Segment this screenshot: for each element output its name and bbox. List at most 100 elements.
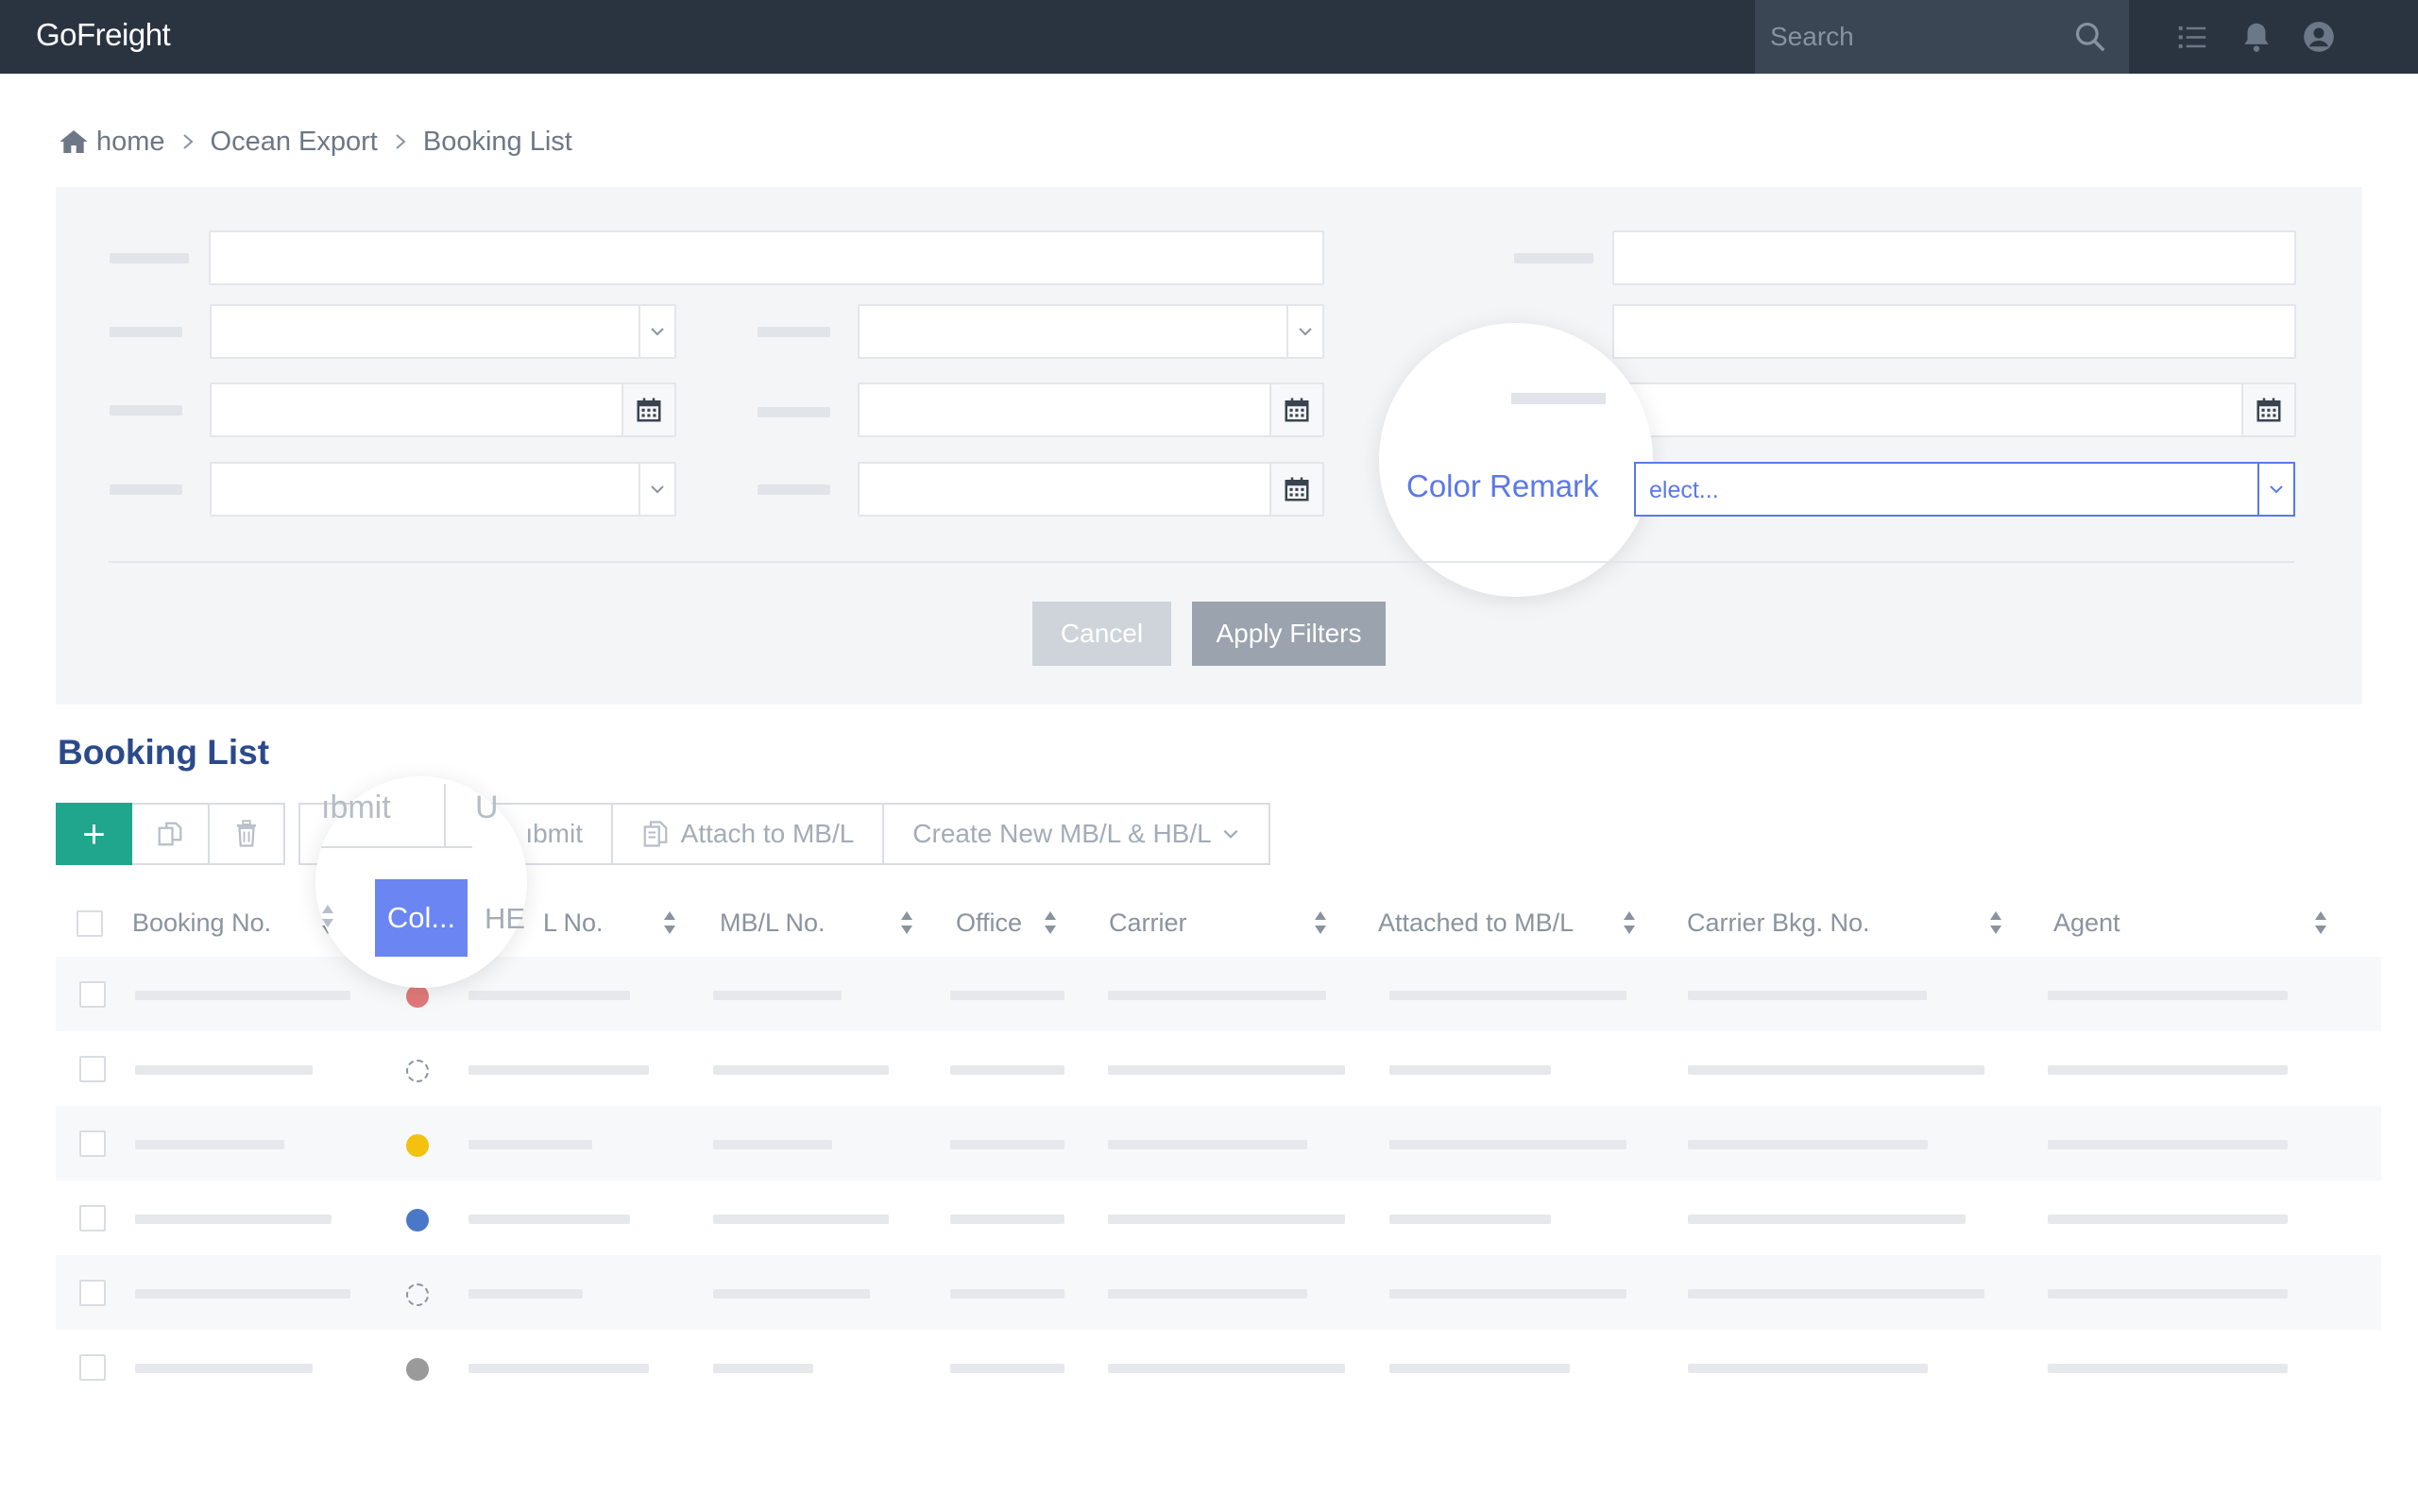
cell-placeholder: [950, 1289, 1064, 1299]
cell-placeholder: [135, 1289, 350, 1299]
cell-placeholder: [1389, 1364, 1570, 1373]
cell-placeholder: [1688, 991, 1927, 1000]
cell-placeholder: [1688, 1140, 1928, 1149]
table-row[interactable]: [56, 1106, 2381, 1181]
filter-text-input[interactable]: [209, 230, 1324, 285]
app-logo[interactable]: GoFreight: [36, 17, 171, 53]
attach-to-mbl-button[interactable]: Attach to MB/L: [611, 803, 884, 865]
color-remark-dot: [406, 1358, 429, 1381]
row-checkbox[interactable]: [79, 1130, 106, 1157]
unsubmit-label-partial[interactable]: U: [475, 790, 499, 826]
row-checkbox[interactable]: [79, 981, 106, 1008]
sort-icon[interactable]: [899, 909, 914, 937]
row-checkbox[interactable]: [79, 1280, 106, 1306]
filter-text-input[interactable]: [1612, 230, 2296, 285]
table-row[interactable]: [56, 1330, 2381, 1404]
cell-placeholder: [2048, 1065, 2288, 1075]
filter-label: [110, 253, 189, 263]
table-row[interactable]: [56, 1255, 2381, 1330]
create-new-mbl-hbl-dropdown[interactable]: Create New MB/L & HB/L: [882, 803, 1270, 865]
color-remark-select-placeholder: elect...: [1649, 477, 1719, 503]
chevron-down-icon[interactable]: [639, 464, 674, 515]
filter-select[interactable]: [210, 304, 676, 359]
cell-placeholder: [135, 1364, 313, 1373]
booking-list-title: Booking List: [58, 733, 270, 772]
breadcrumb-ocean-export[interactable]: Ocean Export: [211, 127, 378, 158]
sort-icon[interactable]: [1622, 909, 1637, 937]
sort-icon[interactable]: [662, 909, 677, 937]
cell-placeholder: [1688, 1364, 1928, 1373]
cell-placeholder: [950, 1215, 1064, 1224]
row-checkbox[interactable]: [79, 1056, 106, 1082]
sort-icon[interactable]: [1988, 909, 2003, 937]
column-header-booking-no[interactable]: Booking No.: [132, 909, 271, 938]
copy-button[interactable]: [132, 803, 210, 865]
chevron-right-icon: [182, 134, 194, 149]
column-header-color[interactable]: Col...: [375, 879, 468, 957]
column-header-mbl-no[interactable]: MB/L No.: [720, 909, 826, 938]
cell-placeholder: [1389, 991, 1626, 1000]
cell-placeholder: [1108, 1215, 1345, 1224]
column-header-attached-to-mbl[interactable]: Attached to MB/L: [1378, 909, 1574, 938]
filter-label: [758, 484, 830, 495]
filter-label: [1514, 253, 1593, 263]
filter-date-input[interactable]: [858, 382, 1324, 437]
filter-label: [110, 405, 182, 416]
row-checkbox[interactable]: [79, 1205, 106, 1232]
calendar-icon[interactable]: [2241, 384, 2294, 435]
chevron-down-icon[interactable]: [2257, 464, 2293, 515]
filter-divider: [109, 561, 2294, 563]
cell-placeholder: [2048, 1289, 2288, 1299]
cell-placeholder: [1108, 1140, 1307, 1149]
bell-icon[interactable]: [2239, 19, 2274, 55]
column-header-carrier[interactable]: Carrier: [1109, 909, 1187, 938]
column-header-agent[interactable]: Agent: [2053, 909, 2120, 938]
column-header-hbl-partial: HE: [485, 902, 526, 935]
column-header-carrier-bkg-no[interactable]: Carrier Bkg. No.: [1687, 909, 1870, 938]
sort-icon[interactable]: [1043, 909, 1058, 937]
cell-placeholder: [468, 1065, 649, 1075]
breadcrumb-home[interactable]: home: [96, 127, 165, 158]
color-remark-dot: [406, 1283, 429, 1306]
cell-placeholder: [1108, 1289, 1307, 1299]
table-row[interactable]: [56, 1181, 2381, 1255]
delete-button[interactable]: [210, 803, 285, 865]
cell-placeholder: [713, 1289, 870, 1299]
filter-text-input[interactable]: [1612, 304, 2296, 359]
user-icon[interactable]: [2301, 19, 2337, 55]
filter-select[interactable]: [858, 304, 1324, 359]
row-checkbox[interactable]: [79, 1354, 106, 1381]
column-header-hbl-no[interactable]: L No.: [543, 909, 604, 938]
chevron-down-icon[interactable]: [639, 306, 674, 357]
color-remark-select[interactable]: elect...: [1634, 462, 2295, 517]
top-nav-bar: GoFreight: [0, 0, 2418, 74]
select-all-checkbox[interactable]: [77, 910, 103, 937]
search-icon[interactable]: [2072, 19, 2108, 55]
filter-label: [758, 407, 830, 417]
home-icon[interactable]: [59, 127, 89, 156]
sort-icon[interactable]: [1313, 909, 1328, 937]
unsubmit-label: ıbmit: [525, 819, 583, 848]
calendar-icon[interactable]: [622, 384, 674, 435]
toolbar-divider: [321, 846, 472, 848]
sort-icon[interactable]: [320, 902, 335, 930]
cell-placeholder: [468, 1215, 630, 1224]
filter-date-input[interactable]: [210, 382, 676, 437]
add-booking-button[interactable]: +: [56, 803, 132, 865]
filter-date-input[interactable]: [858, 462, 1324, 517]
cell-placeholder: [1688, 1215, 1966, 1224]
calendar-icon[interactable]: [1269, 464, 1322, 515]
calendar-icon[interactable]: [1269, 384, 1322, 435]
search-input[interactable]: [1770, 17, 2072, 57]
sort-icon[interactable]: [2313, 909, 2328, 937]
cancel-button[interactable]: Cancel: [1032, 602, 1171, 666]
chevron-down-icon[interactable]: [1286, 306, 1322, 357]
filter-select[interactable]: [210, 462, 676, 517]
submit-label[interactable]: ıbmit: [321, 790, 391, 826]
filter-label: [110, 327, 182, 337]
filter-date-input[interactable]: [1626, 382, 2296, 437]
table-row[interactable]: [56, 1031, 2381, 1106]
column-header-office[interactable]: Office: [956, 909, 1022, 938]
apply-filters-button[interactable]: Apply Filters: [1192, 602, 1386, 666]
list-icon[interactable]: [2174, 19, 2210, 55]
